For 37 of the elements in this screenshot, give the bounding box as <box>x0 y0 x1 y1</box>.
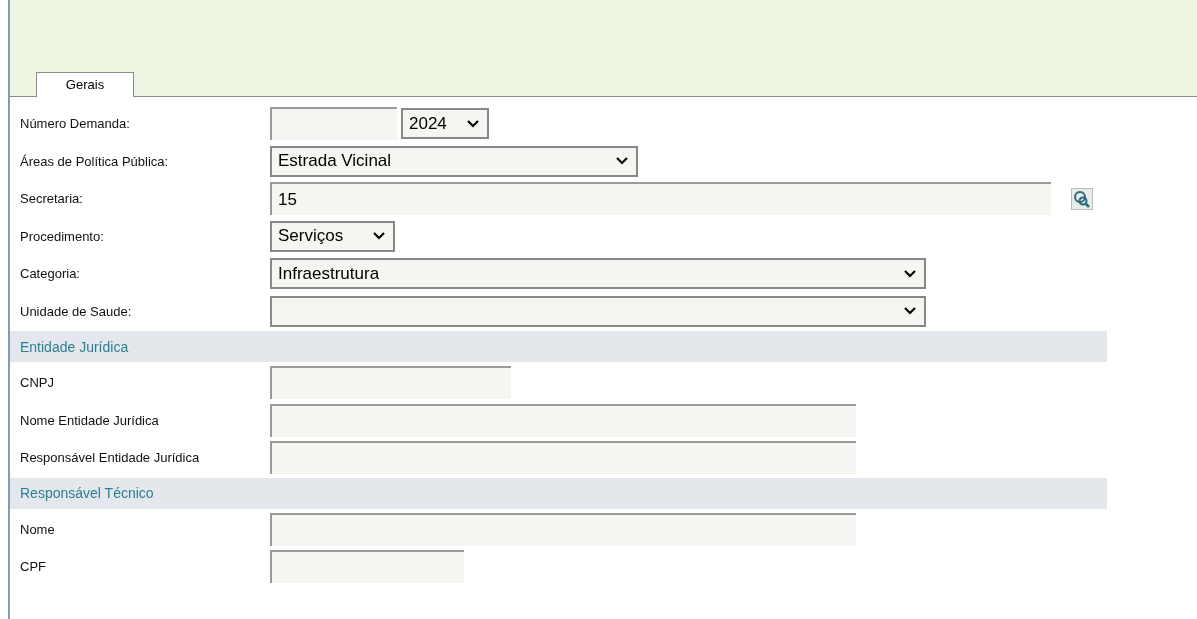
field-label: Unidade de Saude: <box>20 303 133 319</box>
text-field[interactable] <box>270 403 856 437</box>
tab[interactable]: Gerais <box>36 72 134 97</box>
dropdown-value: Infraestrutura <box>278 263 380 284</box>
field-label: Secretaria: <box>20 191 84 207</box>
text-field[interactable]: 15 <box>270 182 1051 216</box>
search-button[interactable] <box>1071 187 1093 210</box>
text-field[interactable] <box>270 441 856 475</box>
chevron-down-icon <box>904 269 916 278</box>
dropdown[interactable]: Estrada Vicinal <box>270 145 638 177</box>
dropdown[interactable] <box>270 295 926 327</box>
dropdown-value: 2024 <box>409 113 447 134</box>
field-label: CNPJ <box>20 375 55 391</box>
dropdown[interactable]: Infraestrutura <box>270 258 926 290</box>
field-label: Número Demanda: <box>20 116 131 132</box>
section-title: Responsável Técnico <box>20 485 154 501</box>
chevron-down-icon <box>373 232 385 241</box>
field-label: Nome <box>20 521 56 537</box>
chevron-down-icon <box>467 119 479 128</box>
dropdown-value: Estrada Vicinal <box>278 151 392 172</box>
dropdown[interactable]: 2024 <box>401 108 489 140</box>
text-field[interactable] <box>270 107 397 141</box>
text-field[interactable] <box>270 366 511 400</box>
dropdown-value: Serviços <box>278 226 344 247</box>
text-field[interactable] <box>270 512 856 546</box>
dropdown[interactable]: Serviços <box>270 220 395 252</box>
field-label: Categoria: <box>20 266 81 282</box>
section-title: Entidade Jurídica <box>20 338 129 355</box>
text-field[interactable] <box>270 550 464 584</box>
field-label: Nome Entidade Jurídica <box>20 412 160 428</box>
field-label: Responsável Entidade Jurídica <box>20 450 201 466</box>
field-label: CPF <box>20 559 47 575</box>
field-label: Procedimento: <box>20 228 105 244</box>
field-label: Áreas de Política Pública: <box>20 153 170 169</box>
chevron-down-icon <box>616 157 628 166</box>
search-icon <box>1073 189 1091 208</box>
chevron-down-icon <box>904 307 916 316</box>
